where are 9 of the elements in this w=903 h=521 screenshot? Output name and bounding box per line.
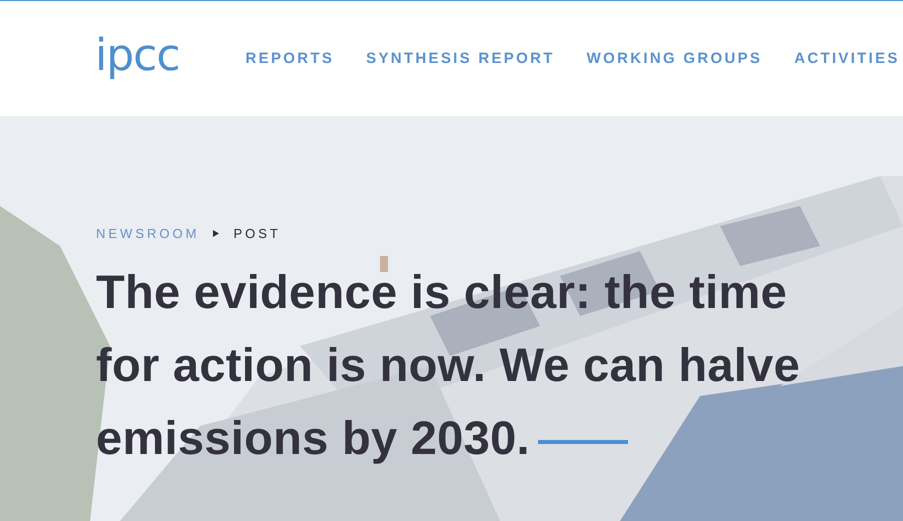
nav-link[interactable]: ACTIVITIES xyxy=(794,50,900,67)
logo[interactable]: ipcc xyxy=(95,34,180,78)
breadcrumb-link[interactable]: NEWSROOM xyxy=(96,226,200,241)
breadcrumb-separator-icon xyxy=(213,230,220,237)
nav-link[interactable]: REPORTS xyxy=(246,50,334,67)
nav-link[interactable]: SYNTHESIS REPORT xyxy=(366,50,555,67)
breadcrumb-current: POST xyxy=(233,226,281,241)
nav-link[interactable]: WORKING GROUPS xyxy=(586,50,762,67)
headline: The evidence is clear: the time for action is now. We can halve emissions by 2030. xyxy=(96,265,800,464)
